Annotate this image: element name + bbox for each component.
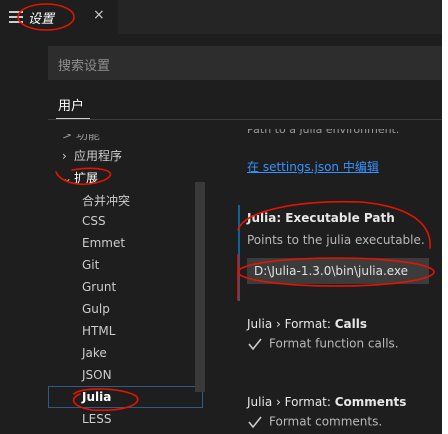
tree-item-gulp[interactable]: Gulp [82,302,110,316]
tree-item-html[interactable]: HTML [82,324,115,338]
checkbox-label: Format comments. [269,414,383,429]
previous-setting-description: Path to a julia environment. [247,123,400,136]
editor-tab-bar: 设置 × [0,0,442,34]
tree-item-cut[interactable]: > 功能 [62,134,100,143]
tree-item-css[interactable]: CSS [82,214,106,228]
settings-tab[interactable]: 设置 × [0,0,118,34]
format-comments-title: Julia › Format: Comments [247,395,406,409]
settings-tab-label: 设置 [28,12,55,27]
settings-list-icon [9,11,23,23]
tree-scrollbar-thumb[interactable] [195,182,205,392]
tree-item-label: 应用程序 [74,149,123,163]
checkbox-label: Format function calls. [269,336,399,351]
tree-item-extensions[interactable]: ⌄ 扩展 [62,169,98,186]
tree-item-julia-selected[interactable]: Julia [48,386,203,408]
format-calls-row: Format function calls. [247,336,399,352]
tree-item-app[interactable]: › 应用程序 [62,147,122,164]
tree-item-jake[interactable]: Jake [82,346,107,360]
tab-user[interactable]: 用户 [58,95,84,114]
focused-setting-indicator [238,205,240,301]
search-input[interactable]: 搜索设置 [48,46,442,80]
setting-title-text: Julia: Executable Path [247,211,395,225]
edit-in-settings-json-link[interactable]: 在 settings.json 中编辑 [247,158,379,175]
executable-path-title: Julia: Executable Path [247,211,395,225]
format-calls-title: Julia › Format: Calls [247,317,367,331]
settings-window: 设置 × 搜索设置 用户 > 功能 › 应用程序 ⌄ 扩展 合并冲突 CSS Emm… [0,0,442,434]
setting-name: Comments [334,395,407,409]
setting-category: Julia › Format: [247,317,335,331]
tree-item-label: 扩展 [74,171,99,185]
chevron-right-icon: › [62,149,67,163]
scope-divider [48,119,442,120]
close-icon[interactable]: × [93,7,105,23]
tree-item-emmet[interactable]: Emmet [82,236,125,250]
executable-path-value: D:\Julia-1.3.0\bin\julia.exe [254,264,409,278]
executable-path-description: Points to the julia executable. [247,233,425,247]
executable-path-input[interactable]: D:\Julia-1.3.0\bin\julia.exe [247,258,429,284]
checkbox-checked-icon[interactable] [247,336,263,352]
setting-name: Calls [334,317,368,331]
tree-item-label: Julia [82,390,112,404]
chevron-down-icon: ⌄ [62,171,73,185]
tree-item-json[interactable]: JSON [82,368,112,382]
search-placeholder: 搜索设置 [58,59,111,74]
tree-item-less[interactable]: LESS [82,412,112,426]
tree-item-git[interactable]: Git [82,258,99,272]
tree-item-grunt[interactable]: Grunt [82,280,116,294]
checkbox-checked-icon[interactable] [247,414,263,430]
tree-item-merge-conflict[interactable]: 合并冲突 [82,192,130,209]
format-comments-row: Format comments. [247,414,382,430]
setting-category: Julia › Format: [247,395,335,409]
